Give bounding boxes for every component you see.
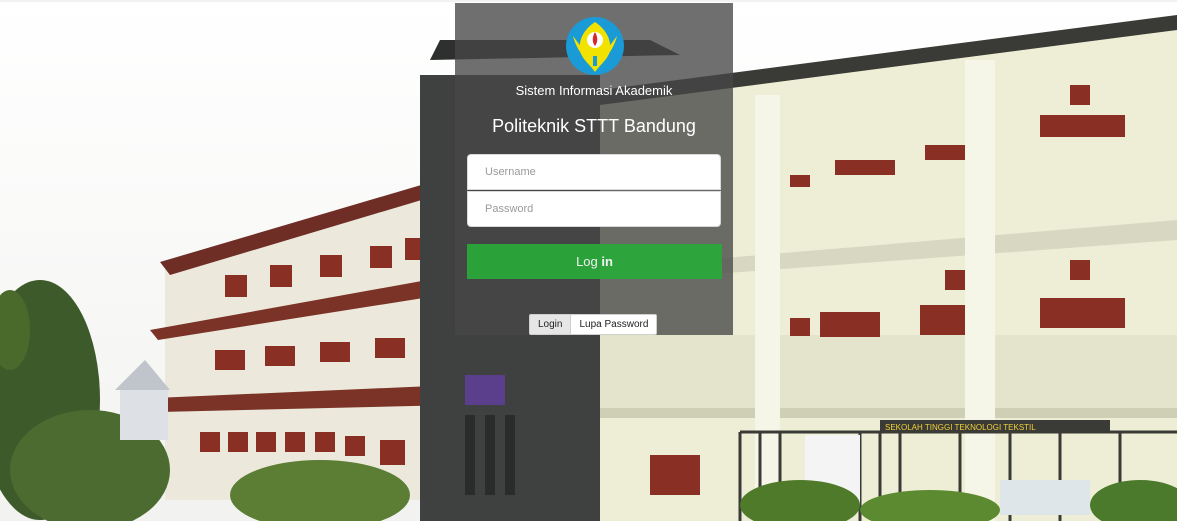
login-button[interactable]: Log in (467, 244, 722, 279)
auth-tabs: Login Lupa Password (529, 314, 658, 335)
login-button-label-bold: in (601, 254, 613, 269)
password-input[interactable] (467, 191, 721, 227)
app-subtitle: Sistem Informasi Akademik (515, 83, 673, 98)
username-input[interactable] (467, 154, 721, 190)
tab-forgot-password[interactable]: Lupa Password (571, 314, 658, 335)
logo-icon (565, 16, 625, 76)
page-title: Politeknik STTT Bandung (492, 116, 696, 136)
tab-login[interactable]: Login (529, 314, 572, 335)
login-panel: Sistem Informasi Akademik Politeknik STT… (455, 3, 733, 335)
login-button-label: Log (576, 254, 602, 269)
